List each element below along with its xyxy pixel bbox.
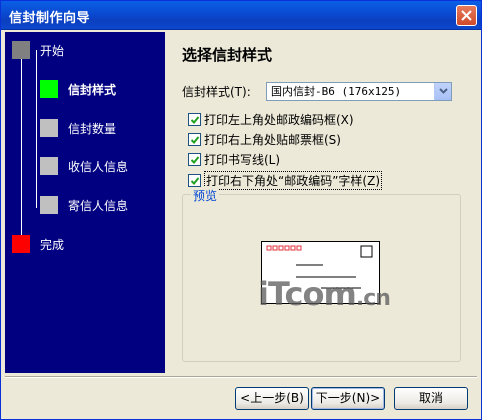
- envelope-style-select[interactable]: 国内信封-B6 (176x125): [266, 82, 452, 101]
- nav-branch-line: [21, 50, 37, 208]
- preview-label: 预览: [191, 187, 220, 204]
- dropdown-button[interactable]: [434, 83, 451, 100]
- cancel-button[interactable]: 取消: [394, 387, 468, 410]
- page-title: 选择信封样式: [182, 46, 273, 64]
- watermark-logo: iTcom.cn: [258, 275, 391, 313]
- back-button[interactable]: <上一步(B): [235, 387, 309, 410]
- option-stamp-box[interactable]: 打印右上角处贴邮票框(S): [188, 131, 341, 148]
- button-separator: [5, 376, 477, 378]
- step-label-start: 开始: [40, 43, 65, 58]
- step-label-sender-info: 寄信人信息: [68, 198, 129, 213]
- chevron-down-icon: [439, 88, 448, 94]
- window-title: 信封制作向导: [9, 11, 91, 26]
- option-label-postcode-box: 打印左上角处邮政编码框(X): [204, 113, 354, 127]
- step-label-envelope-count: 信封数量: [68, 121, 117, 136]
- checkbox-postcode-text[interactable]: [188, 174, 201, 187]
- step-navigation: 开始 信封样式 信封数量 收信人信息 寄信人信息 完成: [5, 32, 165, 373]
- step-envelope-style: 信封样式: [40, 80, 116, 98]
- step-envelope-count: 信封数量: [40, 119, 116, 137]
- check-icon: [190, 136, 200, 144]
- option-label-writing-lines: 打印书写线(L): [204, 153, 281, 167]
- content-panel: 选择信封样式 信封样式(T): 国内信封-B6 (176x125) 打印左上角处…: [166, 32, 479, 373]
- step-marker-envelope-count: [40, 119, 58, 137]
- step-marker-start: [12, 41, 30, 59]
- step-marker-envelope-style: [40, 80, 58, 98]
- check-icon: [190, 156, 200, 164]
- step-marker-recipient-info: [40, 157, 58, 175]
- option-postcode-box[interactable]: 打印左上角处邮政编码框(X): [188, 111, 354, 128]
- step-start: 开始: [12, 41, 64, 59]
- step-finish: 完成: [12, 235, 64, 253]
- wizard-window: 信封制作向导 开始 信封样式 信封数量 收信人信息 寄信人信息 完成 选择信封样…: [0, 0, 482, 420]
- option-label-postcode-text: 打印右下角处“邮政编码”字样(Z): [204, 171, 383, 190]
- title-bar[interactable]: 信封制作向导: [1, 1, 481, 30]
- step-recipient-info: 收信人信息: [40, 157, 128, 175]
- step-label-recipient-info: 收信人信息: [68, 159, 129, 174]
- checkbox-postcode-box[interactable]: [188, 113, 201, 126]
- envelope-style-value: 国内信封-B6 (176x125): [271, 85, 402, 98]
- option-label-stamp-box: 打印右上角处贴邮票框(S): [204, 133, 341, 147]
- close-icon: [461, 10, 472, 21]
- step-marker-finish: [12, 235, 30, 253]
- envelope-style-label: 信封样式(T):: [182, 85, 251, 99]
- check-icon: [190, 177, 200, 185]
- step-label-envelope-style: 信封样式: [68, 82, 117, 97]
- close-button[interactable]: [456, 5, 477, 26]
- step-sender-info: 寄信人信息: [40, 196, 128, 214]
- checkbox-writing-lines[interactable]: [188, 153, 201, 166]
- next-button[interactable]: 下一步(N)>: [311, 387, 385, 410]
- watermark-suffix: .cn: [355, 286, 391, 311]
- step-label-finish: 完成: [40, 237, 65, 252]
- check-icon: [190, 116, 200, 124]
- checkbox-stamp-box[interactable]: [188, 133, 201, 146]
- watermark-main: iTcom: [258, 275, 357, 313]
- envelope-style-row: 信封样式(T): 国内信封-B6 (176x125): [182, 82, 452, 101]
- option-writing-lines[interactable]: 打印书写线(L): [188, 151, 280, 168]
- step-marker-sender-info: [40, 196, 58, 214]
